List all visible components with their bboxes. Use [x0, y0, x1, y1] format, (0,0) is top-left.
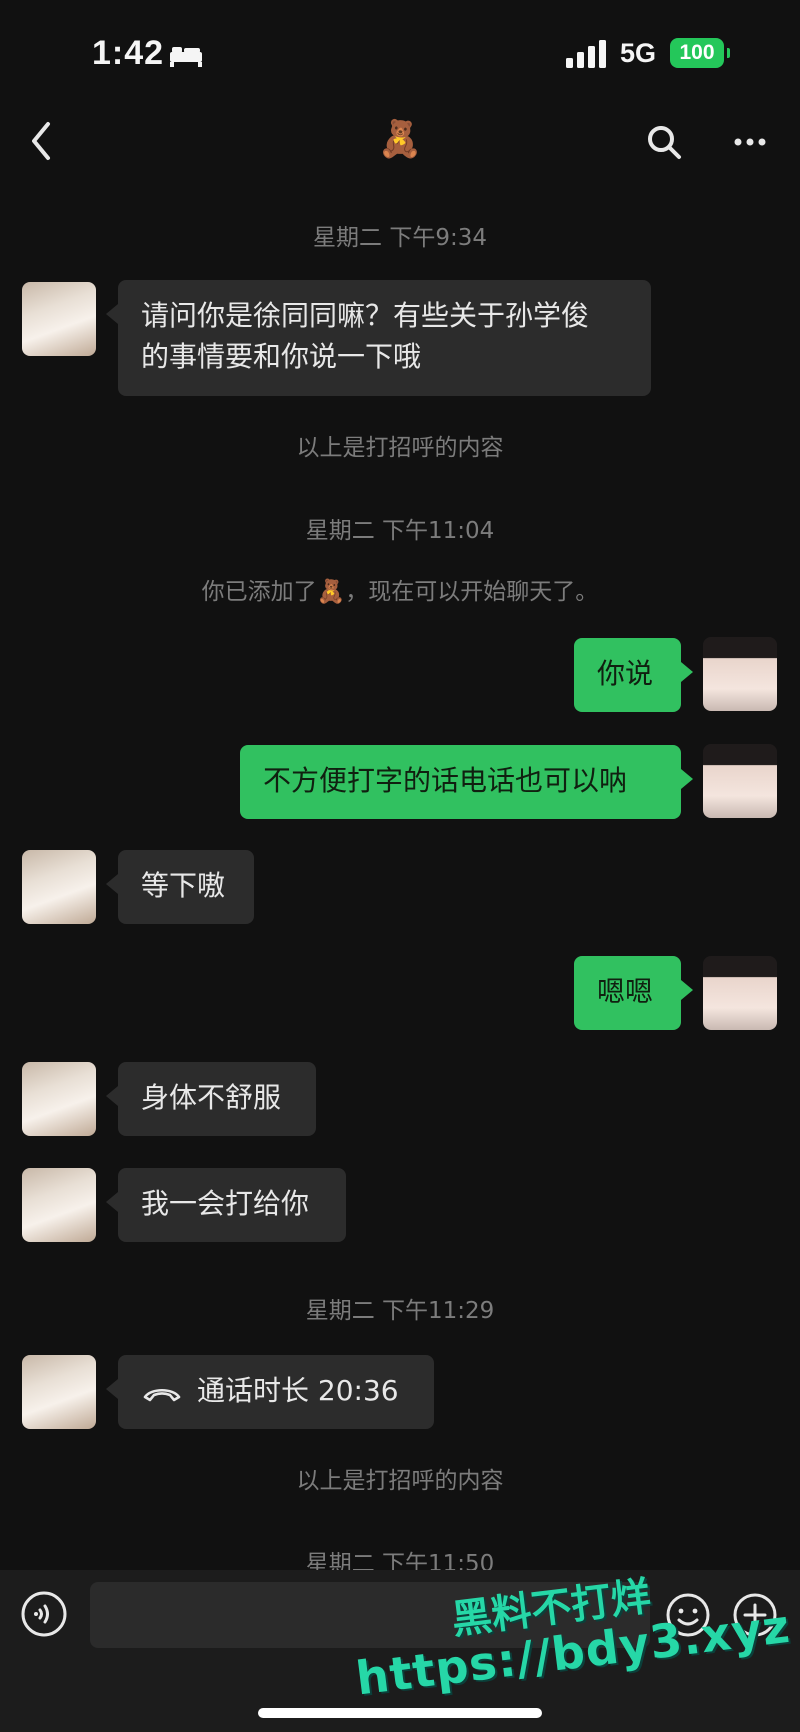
timestamp: 星期二 下午9:34 — [313, 225, 487, 251]
back-chevron-icon[interactable] — [24, 118, 60, 164]
incoming-message[interactable]: 我一会打给你 — [106, 1168, 346, 1242]
battery-tip — [727, 48, 730, 58]
status-bar: 1:42 5G 100 — [0, 0, 800, 90]
my-avatar[interactable] — [703, 637, 777, 711]
contact-avatar[interactable] — [22, 1168, 96, 1242]
home-indicator[interactable] — [258, 1708, 542, 1718]
battery-icon: 100 — [670, 38, 724, 68]
timestamp: 星期二 下午11:29 — [305, 1298, 495, 1324]
voice-icon[interactable] — [20, 1590, 68, 1638]
outgoing-message[interactable]: 不方便打字的话电话也可以呐 — [240, 745, 693, 819]
status-time: 1:42 — [92, 34, 165, 72]
network-type: 5G — [620, 38, 657, 68]
call-record-message[interactable]: 通话时长 20:36 — [106, 1355, 434, 1429]
search-icon[interactable] — [644, 122, 684, 162]
incoming-message[interactable]: 身体不舒服 — [106, 1062, 316, 1136]
contact-avatar[interactable] — [22, 1355, 96, 1429]
my-avatar[interactable] — [703, 744, 777, 818]
my-avatar[interactable] — [703, 956, 777, 1030]
system-message: 你已添加了🧸，现在可以开始聊天了。 — [201, 579, 599, 605]
timestamp: 星期二 下午11:04 — [305, 518, 495, 544]
contact-avatar[interactable] — [22, 282, 96, 356]
call-duration: 通话时长 20:36 — [197, 1374, 399, 1407]
system-message: 以上是打招呼的内容 — [296, 1468, 504, 1494]
chat-title: 🧸 — [377, 119, 423, 160]
phone-hangup-icon — [143, 1388, 181, 1402]
contact-avatar[interactable] — [22, 850, 96, 924]
system-message: 以上是打招呼的内容 — [296, 435, 504, 461]
signal-icon — [566, 40, 606, 68]
outgoing-message[interactable]: 你说 — [574, 638, 693, 712]
outgoing-message[interactable]: 嗯嗯 — [574, 956, 693, 1030]
sleep-bed-icon — [170, 47, 202, 67]
incoming-message[interactable]: 请问你是徐同同嘛？有些关于孙学俊 的事情要和你说一下哦 — [106, 280, 651, 396]
contact-avatar[interactable] — [22, 1062, 96, 1136]
incoming-message[interactable]: 等下嗷 — [106, 850, 254, 924]
more-icon[interactable] — [730, 128, 770, 156]
